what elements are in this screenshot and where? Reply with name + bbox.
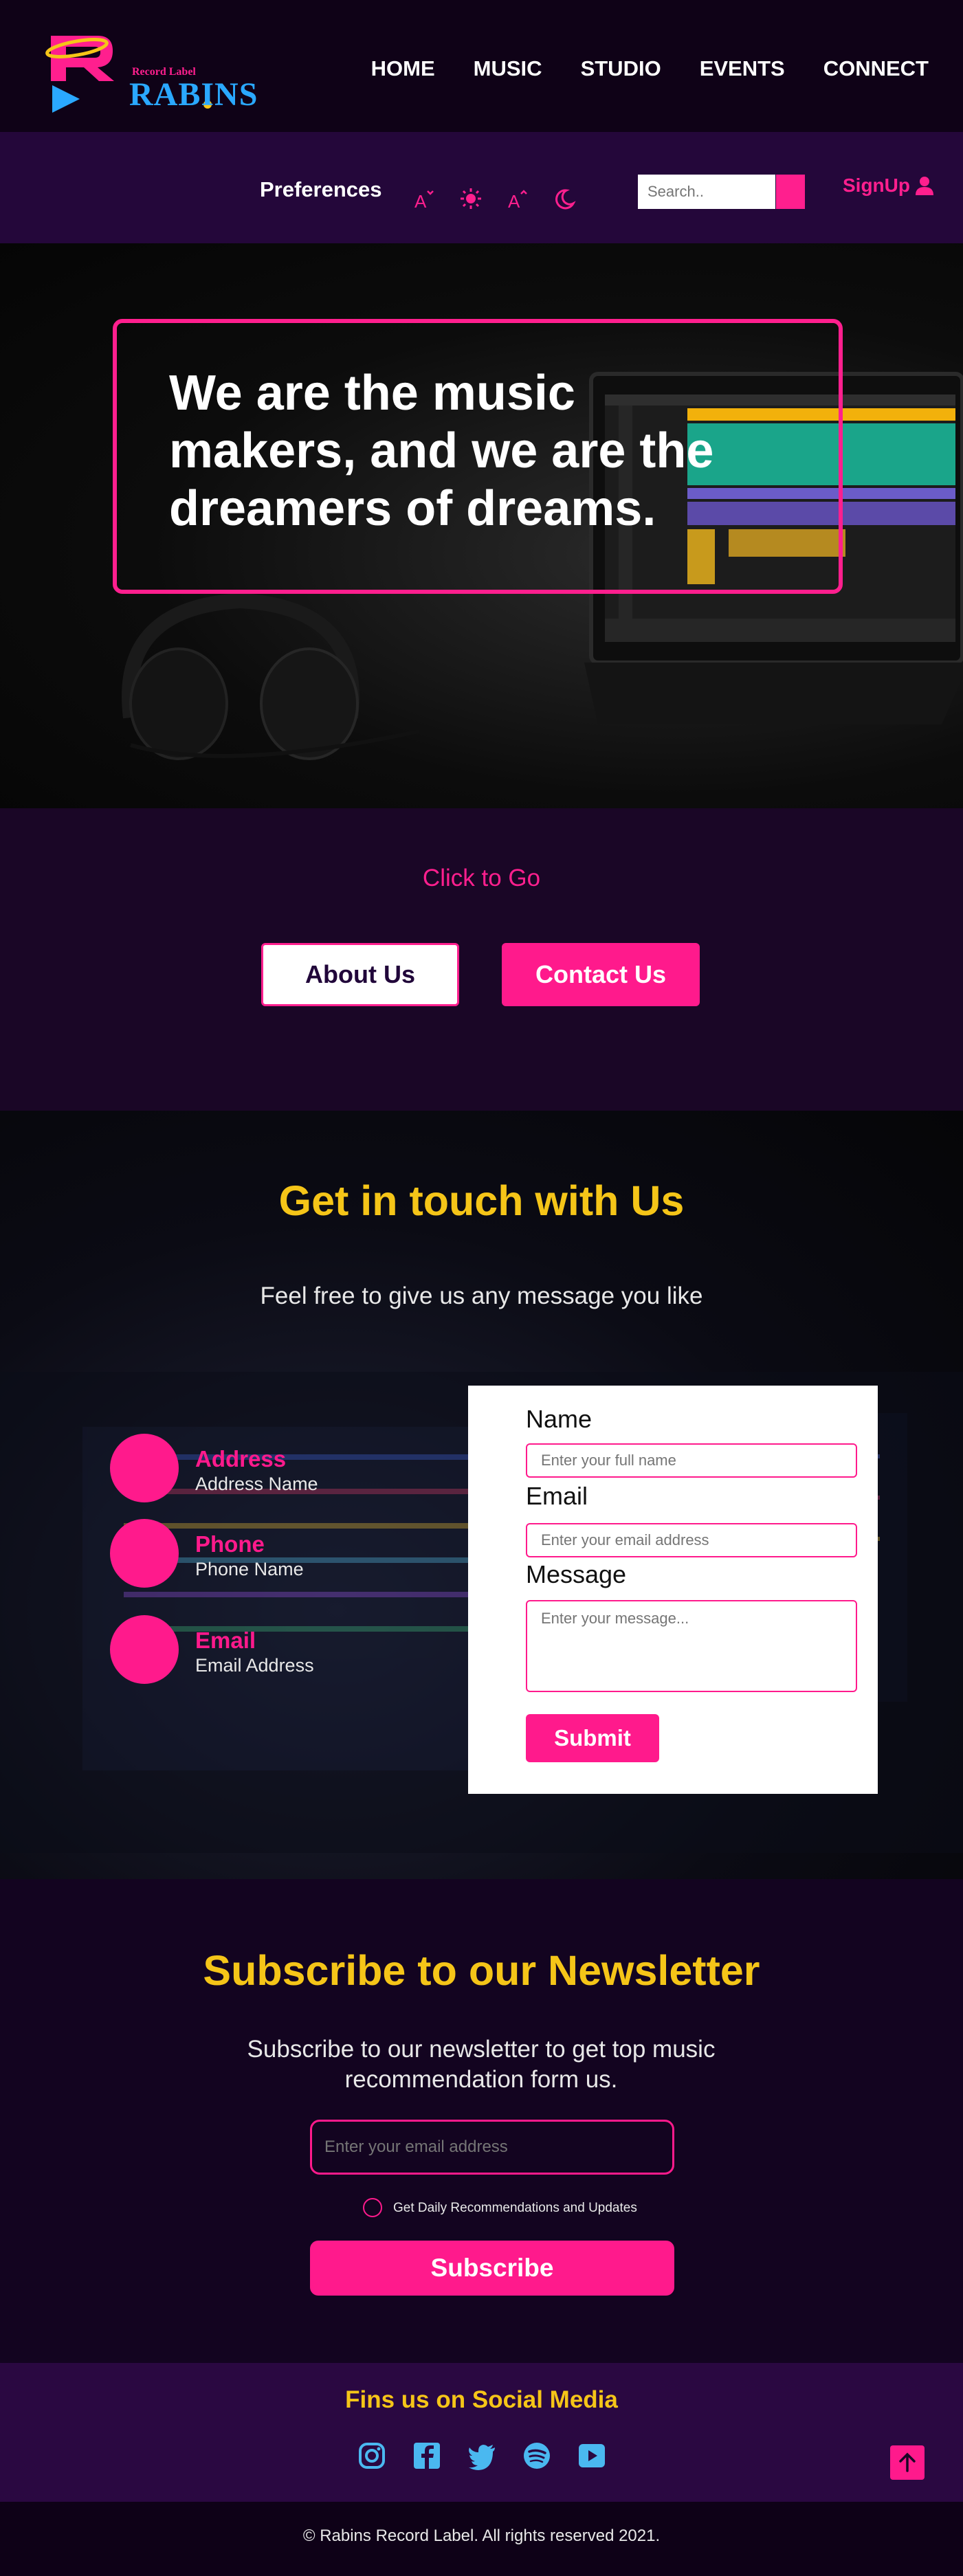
email-title: Email xyxy=(195,1628,256,1653)
search-button[interactable] xyxy=(776,175,805,209)
font-decrease-icon[interactable]: A xyxy=(506,187,529,212)
moon-icon[interactable] xyxy=(553,187,576,210)
email-icon xyxy=(110,1615,179,1684)
copyright-text: © Rabins Record Label. All rights reserv… xyxy=(302,2527,661,2545)
logo-title: RABINS xyxy=(129,76,258,113)
name-label: Name xyxy=(526,1405,593,1433)
daily-updates-checkbox[interactable] xyxy=(363,2198,382,2217)
twitter-icon[interactable] xyxy=(467,2441,496,2470)
contact-form: Name Email Message Submit xyxy=(468,1386,878,1794)
phone-icon xyxy=(110,1519,179,1588)
hero-quote-box: We are the music makers, and we are the … xyxy=(113,319,843,594)
phone-info: Phone Phone Name xyxy=(110,1519,385,1588)
instagram-icon[interactable] xyxy=(357,2441,386,2470)
facebook-icon[interactable] xyxy=(412,2441,441,2470)
email-field[interactable] xyxy=(526,1523,857,1557)
preference-icons: A A xyxy=(412,187,576,212)
nav-links: HOME MUSIC STUDIO EVENTS CONNECT xyxy=(371,56,929,81)
submit-button[interactable]: Submit xyxy=(526,1714,659,1762)
svg-text:A: A xyxy=(414,191,427,210)
back-to-top-button[interactable] xyxy=(890,2445,925,2480)
address-title: Address xyxy=(195,1446,287,1472)
newsletter-email-input[interactable] xyxy=(310,2120,674,2175)
social-icons xyxy=(357,2441,606,2470)
search-input[interactable] xyxy=(638,175,775,209)
click-to-go-link[interactable]: Click to Go xyxy=(0,865,963,892)
contact-section: Get in touch with Us Feel free to give u… xyxy=(0,1111,963,1879)
headphones-image xyxy=(122,592,420,760)
message-label: Message xyxy=(526,1560,627,1588)
subscribe-button[interactable]: Subscribe xyxy=(310,2241,674,2296)
cta-section: Click to Go About Us Contact Us xyxy=(0,808,963,1111)
address-icon xyxy=(110,1434,179,1502)
brand-logo[interactable]: Record Label RABINS xyxy=(43,27,257,117)
newsletter-subtitle: Subscribe to our newsletter to get top m… xyxy=(247,2036,716,2093)
email-value: Email Address xyxy=(195,1655,314,1676)
font-increase-icon[interactable]: A xyxy=(412,187,436,212)
nav-studio[interactable]: STUDIO xyxy=(581,56,661,81)
nav-events[interactable]: EVENTS xyxy=(700,56,785,81)
preferences-bar: Preferences A A SignUp xyxy=(0,132,963,243)
phone-value: Phone Name xyxy=(195,1559,304,1579)
svg-text:A: A xyxy=(508,191,520,210)
user-icon xyxy=(916,177,933,195)
email-label: Email xyxy=(526,1482,588,1510)
hero-heading: We are the music makers, and we are the … xyxy=(169,366,714,536)
name-field[interactable] xyxy=(526,1443,857,1478)
hero-section: We are the music makers, and we are the … xyxy=(0,243,963,808)
youtube-icon[interactable] xyxy=(577,2441,606,2470)
brightness-icon[interactable] xyxy=(459,187,483,210)
signup-label: SignUp xyxy=(843,175,910,196)
email-info: Email Email Address xyxy=(110,1615,385,1684)
spotify-icon[interactable] xyxy=(522,2441,551,2470)
message-field[interactable] xyxy=(526,1600,857,1692)
about-us-button[interactable]: About Us xyxy=(261,943,459,1006)
contact-subtitle: Feel free to give us any message you lik… xyxy=(260,1283,703,1309)
newsletter-title: Subscribe to our Newsletter xyxy=(203,1947,760,1994)
arrow-up-icon xyxy=(899,2452,916,2472)
nav-home[interactable]: HOME xyxy=(371,56,435,81)
address-info: Address Address Name xyxy=(110,1434,385,1502)
social-title: Fins us on Social Media xyxy=(345,2386,618,2413)
daily-updates-label: Get Daily Recommendations and Updates xyxy=(393,2201,637,2215)
newsletter-section: Subscribe to our Newsletter Subscribe to… xyxy=(0,1879,963,2363)
address-value: Address Name xyxy=(195,1474,318,1494)
signup-link[interactable]: SignUp xyxy=(843,175,935,197)
contact-us-button[interactable]: Contact Us xyxy=(502,943,700,1006)
top-navbar: Record Label RABINS HOME MUSIC STUDIO EV… xyxy=(0,0,963,132)
social-section: Fins us on Social Media xyxy=(0,2363,963,2502)
contact-title: Get in touch with Us xyxy=(278,1177,685,1224)
nav-connect[interactable]: CONNECT xyxy=(823,56,929,81)
phone-title: Phone xyxy=(195,1531,265,1557)
preferences-label: Preferences xyxy=(260,177,382,201)
footer: © Rabins Record Label. All rights reserv… xyxy=(0,2502,963,2576)
nav-music[interactable]: MUSIC xyxy=(474,56,542,81)
